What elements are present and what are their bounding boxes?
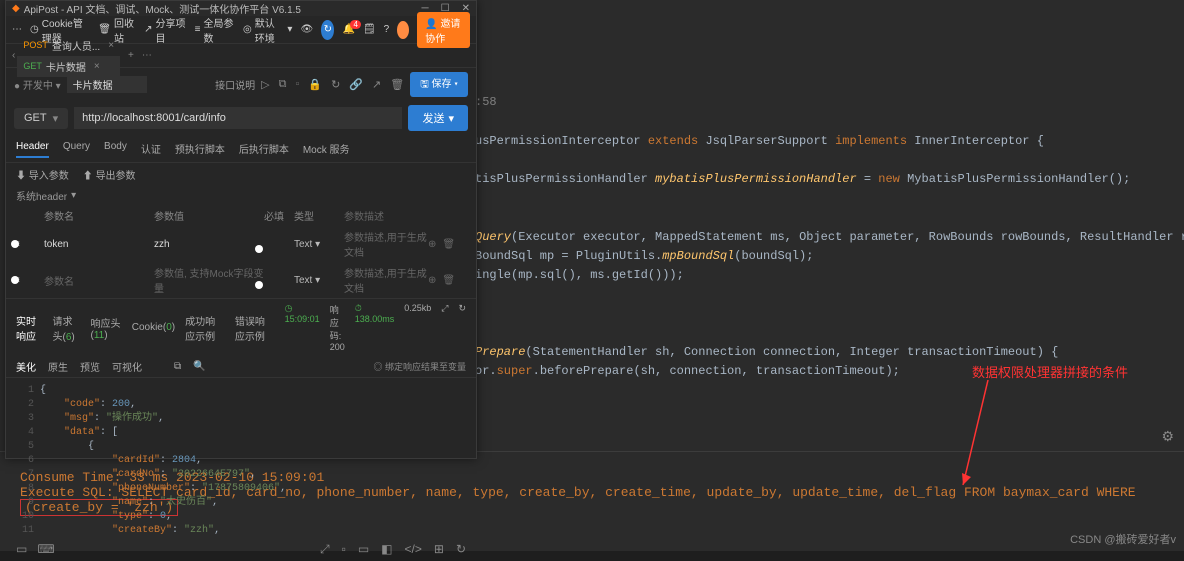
json-response: 1{ 2 "code": 200, 3 "msg": "操作成功", 4 "da… [6,378,476,538]
export-params[interactable]: ⬆ 导出参数 [83,167,136,182]
request-tab[interactable]: POST查询人员...× [17,35,120,56]
tool-icon[interactable]: ◧ [381,542,392,557]
view-tab[interactable]: 可视化 [112,363,142,374]
tool-icon[interactable]: ⊞ [434,542,444,557]
expand-icon[interactable]: ⤢ [441,303,448,352]
insert-icon[interactable]: ⊕ [428,239,436,250]
remove-icon[interactable]: 🗑 [442,239,455,250]
env-selector[interactable]: ◎ 默认环境 ▾ [243,15,292,45]
param-value[interactable]: zzh [154,239,264,250]
tab-req-header[interactable]: 请求头(6) [53,313,81,343]
system-header-row[interactable]: 系统header ▾ [6,186,476,205]
bind-var[interactable]: ◎ 绑定响应结果至变量 [373,360,466,373]
code-editor: :58 usPermissionInterceptor extends Jsql… [475,0,1184,441]
request-tabs: ‹ POST查询人员...×GET卡片数据× + ⋯ [6,44,476,68]
delete-icon[interactable]: 🗑 [390,78,404,91]
request-subtabs: Header Query Body 认证预执行脚本后执行脚本 Mock 服务 [6,135,476,163]
tab-cookie[interactable]: Cookie(0) [132,322,175,333]
param-name[interactable]: token [44,239,154,250]
interface-desc[interactable]: 接口说明 [215,77,255,92]
table-row: ≡ tokenzzhText ▾参数描述,用于生成文档⊕🗑 [14,226,468,262]
link-icon[interactable]: 🔗 [349,78,363,91]
refresh-icon[interactable]: ↻ [331,78,340,91]
copy-icon[interactable]: ⧉ [279,78,287,91]
subtab[interactable]: Header [16,139,49,158]
search-icon[interactable]: 🔍 [193,361,205,372]
resp-duration: ⏱ 138.00ms [355,303,395,352]
insert-icon[interactable]: ⊕ [428,275,436,286]
response-panel: 实时响应 请求头(6) 响应头(11) Cookie(0) 成功响应示例 错误响… [6,298,476,538]
expand-icon[interactable]: ⤢ [320,542,330,557]
invite-button[interactable]: 👤 邀请协作 [417,12,470,48]
console-icon[interactable]: ⌨ [37,542,54,557]
tab-realtime[interactable]: 实时响应 [16,313,43,343]
menu-icon[interactable]: ⋯ [12,24,22,35]
app-logo-icon: ◆ [12,3,20,14]
param-type[interactable]: Text ▾ [294,275,344,286]
dev-status[interactable]: ● 开发中 ▾ [14,77,61,92]
param-type[interactable]: Text ▾ [294,239,344,250]
params-table: 参数名 参数值 必填 类型 参数描述 ≡ tokenzzhText ▾参数描述,… [6,205,476,298]
notes-icon[interactable]: 🗒 [363,24,376,35]
param-desc[interactable]: 参数描述,用于生成文档 [344,229,428,259]
send-button[interactable]: 发送 ▾ [408,105,468,131]
col-required: 必填 [264,208,294,223]
apipost-window: ◆ ApiPost - API 文档、调试、Mock、测试一体化协作平台 V6.… [5,0,477,459]
remove-icon[interactable]: 🗑 [442,275,455,286]
subtab[interactable]: 认证 [141,139,161,158]
view-tab[interactable]: 美化 [16,363,36,374]
tool-icon[interactable]: ▫ [342,542,346,557]
subtab[interactable]: 预执行脚本 [175,139,225,158]
avatar[interactable] [397,21,409,39]
tab-success[interactable]: 成功响应示例 [185,313,225,343]
tab-menu-icon[interactable]: ⋯ [142,50,152,61]
api-name-input[interactable] [67,76,147,93]
tab-resp-header[interactable]: 响应头(11) [91,315,122,341]
play-icon[interactable]: ▷ [261,78,269,91]
share-project[interactable]: ↗ 分享项目 [144,15,187,45]
eye-icon[interactable]: 👁 [300,24,313,35]
tool-icon[interactable]: ▭ [358,542,369,557]
subtab[interactable]: Mock 服务 [303,139,350,158]
back-icon[interactable]: ‹ [12,50,15,61]
resp-time: ◷ 15:09:01 [285,303,320,352]
subtab[interactable]: Body [104,139,127,158]
save-button[interactable]: 🖫 保存 ▾ [410,72,468,97]
view-tab[interactable]: 预览 [80,363,100,374]
tool-icon[interactable]: ↻ [456,542,466,557]
terminal-icon[interactable]: ▭ [16,542,27,557]
code-icon[interactable]: </> [405,542,422,557]
url-input[interactable] [74,107,402,129]
tab-error[interactable]: 错误响应示例 [235,313,275,343]
bottom-toolbar: ▭ ⌨ ⤢ ▫ ▭ ◧ </> ⊞ ↻ [6,538,476,561]
import-params[interactable]: ⬇ 导入参数 [16,167,69,182]
stop-icon[interactable]: ▫ [295,78,299,91]
copy-json-icon[interactable]: ⧉ [174,361,181,372]
resp-size: 0.25kb [404,303,431,352]
resp-code: 响应码: 200 [330,303,345,352]
param-desc[interactable]: 参数描述,用于生成文档 [344,265,428,295]
lock-icon[interactable]: 🔒 [308,78,322,91]
new-tab-icon[interactable]: + [122,50,140,61]
col-value: 参数值 [154,208,264,223]
col-name: 参数名 [44,208,154,223]
col-type: 类型 [294,208,344,223]
refresh-resp-icon[interactable]: ↻ [458,303,466,352]
subtab[interactable]: Query [63,139,90,158]
param-name[interactable]: 参数名 [44,273,154,288]
watermark: CSDN @搬砖爱好者v [1070,531,1176,547]
notification-icon[interactable]: 🔔4 [342,24,354,35]
col-desc: 参数描述 [344,208,428,223]
method-selector[interactable]: GET ▾ [14,108,68,129]
export-icon[interactable]: ↗ [372,78,381,91]
reload-icon[interactable]: ↻ [321,20,334,40]
help-icon[interactable]: ? [384,24,390,35]
gear-icon[interactable]: ⚙ [1161,428,1174,445]
code-line: :58 usPermissionInterceptor extends Jsql… [475,93,1184,441]
param-value[interactable]: 参数值, 支持Mock字段变量 [154,265,264,295]
view-tab[interactable]: 原生 [48,363,68,374]
table-row: ≡ 参数名参数值, 支持Mock字段变量Text ▾参数描述,用于生成文档⊕🗑 [14,262,468,298]
global-params[interactable]: ≡ 全局参数 [195,15,235,45]
subtab[interactable]: 后执行脚本 [239,139,289,158]
